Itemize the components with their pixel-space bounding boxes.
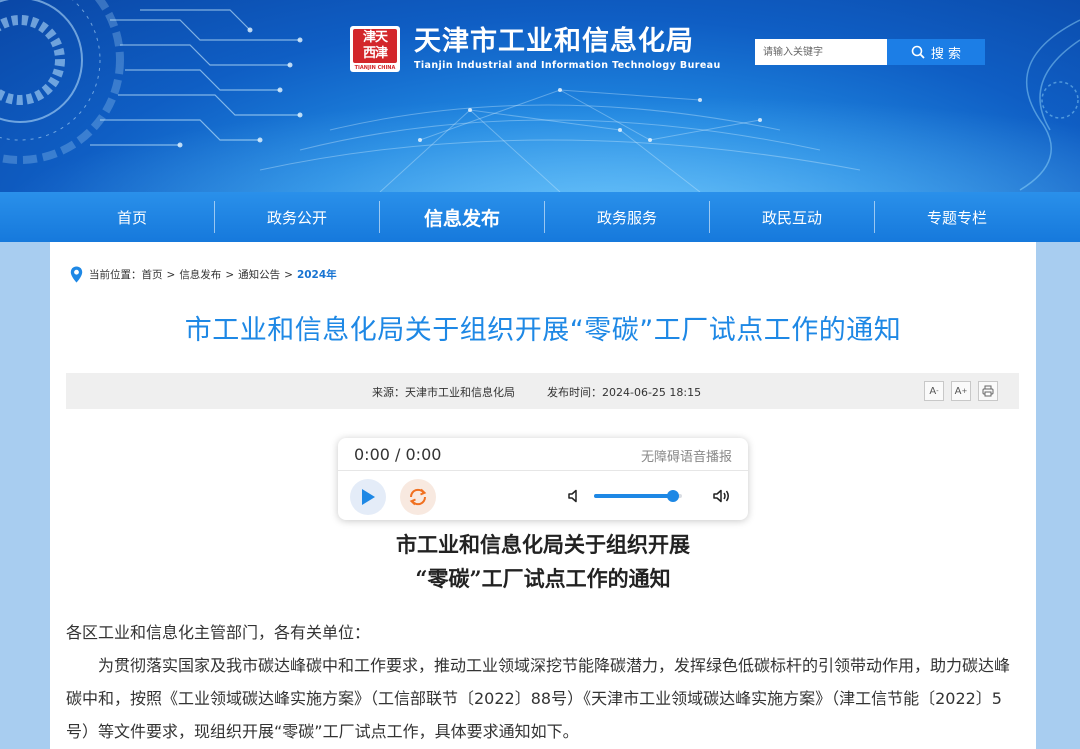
site-subtitle: Tianjin Industrial and Information Techn… xyxy=(414,60,721,71)
audio-accessibility-label: 无障碍语音播报 xyxy=(640,450,732,465)
breadcrumb: 当前位置： 首页 > 信息发布 > 通知公告 > 2024年 xyxy=(70,266,337,283)
site-logo[interactable]: 津天 西津 TIANJIN CHINA 天津市工业和信息化局 Tianjin In… xyxy=(350,26,721,72)
document-title-line-2: “零碳”工厂试点工作的通知 xyxy=(415,566,671,591)
loop-button[interactable] xyxy=(400,479,436,515)
article-meta-bar: 来源：天津市工业和信息化局 发布时间：2024-06-25 18:15 A- A + xyxy=(66,373,1019,409)
breadcrumb-link-home[interactable]: 首页 xyxy=(142,267,163,282)
article-container: 当前位置： 首页 > 信息发布 > 通知公告 > 2024年 市工业和信息化局关… xyxy=(50,242,1036,749)
article-body: 各区工业和信息化主管部门，各有关单位： 为贯彻落实国家及我市碳达峰碳中和工作要求… xyxy=(66,616,1021,748)
location-pin-icon xyxy=(70,266,83,283)
nav-item-government-affairs[interactable]: 政务公开 xyxy=(215,192,379,242)
nav-item-label: 专题专栏 xyxy=(926,208,987,227)
play-icon xyxy=(362,489,375,505)
nav-item-home[interactable]: 首页 xyxy=(50,192,214,242)
nav-item-label: 首页 xyxy=(116,208,147,227)
nav-item-label: 政民互动 xyxy=(761,208,822,227)
site-banner: 津天 西津 TIANJIN CHINA 天津市工业和信息化局 Tianjin In… xyxy=(0,0,1080,192)
breadcrumb-link-information-release[interactable]: 信息发布 xyxy=(179,267,221,282)
document-title: 市工业和信息化局关于组织开展 “零碳”工厂试点工作的通知 xyxy=(50,528,1036,596)
breadcrumb-prefix: 当前位置： xyxy=(89,269,142,281)
print-button[interactable] xyxy=(978,381,998,401)
nav-item-government-services[interactable]: 政务服务 xyxy=(545,192,709,242)
volume-slider-knob[interactable] xyxy=(667,490,680,502)
nav-item-special-topics[interactable]: 专题专栏 xyxy=(875,192,1039,242)
main-nav: 首页 政务公开 信息发布 政务服务 政民互动 专题专栏 xyxy=(0,192,1080,242)
search-input[interactable] xyxy=(755,39,887,65)
search-button[interactable]: 搜 索 xyxy=(887,39,985,65)
city-seal-logo: 津天 西津 TIANJIN CHINA xyxy=(350,26,400,72)
nav-item-label: 政务公开 xyxy=(266,208,327,227)
play-button[interactable] xyxy=(350,479,386,515)
audio-player: 0:00 / 0:00 无障碍语音播报 xyxy=(338,438,748,520)
loop-icon xyxy=(409,488,427,506)
page-title: 市工业和信息化局关于组织开展“零碳”工厂试点工作的通知 xyxy=(184,315,902,346)
breadcrumb-link-notices[interactable]: 通知公告 xyxy=(238,267,280,282)
volume-slider-fill xyxy=(594,494,674,498)
volume-high-icon[interactable] xyxy=(712,488,732,504)
nav-item-information-release[interactable]: 信息发布 xyxy=(380,192,544,242)
breadcrumb-separator: > xyxy=(225,268,235,281)
article-publish-time: 发布时间：2024-06-25 18:15 xyxy=(547,386,702,399)
nav-item-label: 政务服务 xyxy=(596,208,657,227)
audio-time-display: 0:00 / 0:00 xyxy=(354,445,442,464)
breadcrumb-current[interactable]: 2024年 xyxy=(297,267,337,282)
article-paragraph: 为贯彻落实国家及我市碳达峰碳中和工作要求，推动工业领域深挖节能降碳潜力，发挥绿色… xyxy=(66,656,1011,741)
article-salutation: 各区工业和信息化主管部门，各有关单位： xyxy=(66,623,371,642)
search-bar: 搜 索 xyxy=(755,39,985,65)
font-increase-button[interactable]: A + xyxy=(951,381,971,401)
font-decrease-button[interactable]: A- xyxy=(924,381,944,401)
player-divider xyxy=(338,470,748,471)
search-button-label: 搜 索 xyxy=(930,46,962,62)
document-title-line-1: 市工业和信息化局关于组织开展 xyxy=(396,532,690,557)
breadcrumb-separator: > xyxy=(284,268,293,281)
breadcrumb-separator: > xyxy=(166,268,176,281)
search-icon xyxy=(911,45,925,59)
site-title: 天津市工业和信息化局 xyxy=(414,26,694,57)
article-source: 来源：天津市工业和信息化局 xyxy=(372,386,515,399)
print-icon xyxy=(982,385,994,397)
nav-item-label: 信息发布 xyxy=(423,207,500,230)
volume-low-icon[interactable] xyxy=(567,488,583,504)
volume-slider[interactable] xyxy=(594,490,682,502)
nav-item-public-interaction[interactable]: 政民互动 xyxy=(710,192,874,242)
